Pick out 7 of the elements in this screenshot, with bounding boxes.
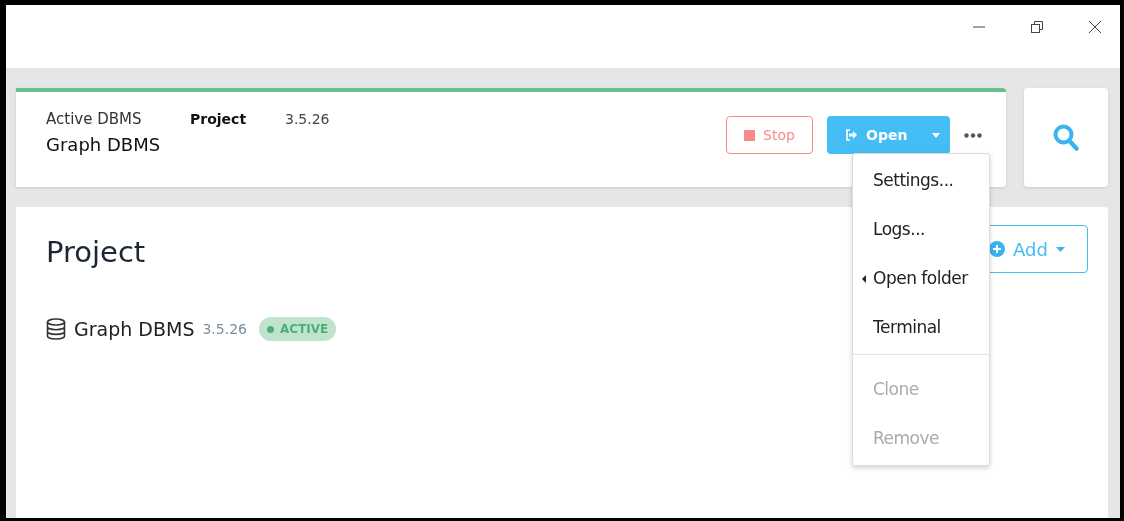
active-dbms-label: Active DBMS (46, 110, 143, 128)
project-label: Project (190, 111, 248, 127)
dbms-name: Graph DBMS (46, 134, 162, 155)
status-badge: ACTIVE (259, 317, 337, 341)
project-title: Project (46, 235, 146, 269)
version-text: 3.5.26 (202, 321, 247, 337)
version-text: 3.5.26 (285, 111, 330, 127)
